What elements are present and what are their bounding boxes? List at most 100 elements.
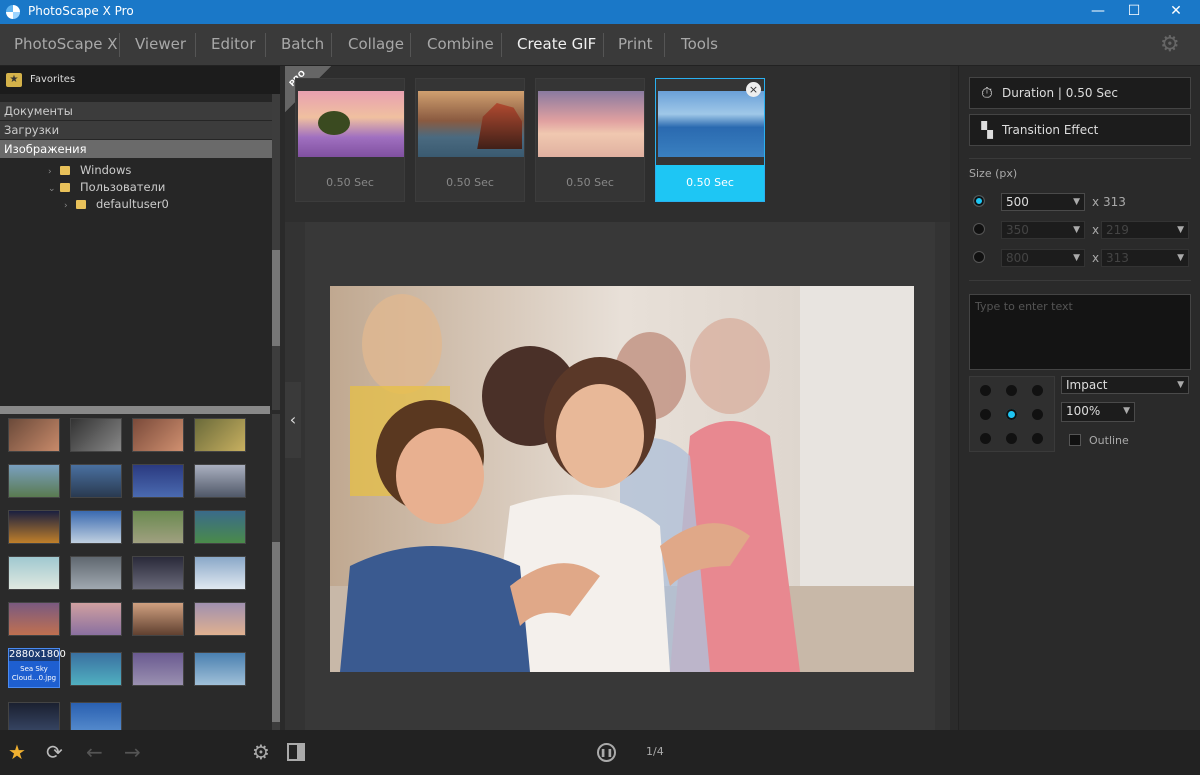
gif-frame-4[interactable]: × 0.50 Sec	[655, 78, 765, 202]
panel-layout-icon[interactable]	[287, 743, 305, 761]
tree-scrollbar[interactable]	[272, 94, 280, 410]
thumbnail[interactable]	[70, 702, 122, 730]
forward-arrow-icon[interactable]: →	[124, 741, 141, 763]
menu-print[interactable]: Print	[618, 35, 653, 53]
tree-item-users[interactable]: ⌄ Пользователи	[0, 178, 272, 196]
thumbnail[interactable]	[70, 602, 122, 636]
thumb-file-name: Sea Sky Cloud...0.jpg	[11, 665, 57, 682]
align-top-left[interactable]	[980, 385, 991, 396]
menu-viewer[interactable]: Viewer	[135, 35, 186, 53]
align-middle-right[interactable]	[1032, 409, 1043, 420]
thumbs-scrollbar[interactable]	[272, 414, 280, 730]
close-button[interactable]: ✕	[1156, 0, 1196, 24]
frame-duration[interactable]: 0.50 Sec	[536, 165, 644, 201]
menu-editor[interactable]: Editor	[211, 35, 255, 53]
thumbs-scroll-thumb[interactable]	[272, 542, 280, 722]
align-top-right[interactable]	[1032, 385, 1043, 396]
tree-item-documents[interactable]: Документы	[0, 102, 272, 120]
thumbnail[interactable]	[8, 702, 60, 730]
frame-duration[interactable]: 0.50 Sec	[416, 165, 524, 201]
tree-h-scroll-thumb[interactable]	[0, 406, 270, 414]
thumbnail[interactable]	[132, 510, 184, 544]
minimize-button[interactable]: —	[1078, 0, 1118, 24]
gif-frame-2[interactable]: 0.50 Sec	[415, 78, 525, 202]
thumbnail[interactable]	[194, 464, 246, 498]
align-bottom-left[interactable]	[980, 433, 991, 444]
menu-collage[interactable]: Collage	[348, 35, 404, 53]
menu-combine[interactable]: Combine	[427, 35, 494, 53]
tree-item-windows[interactable]: › Windows	[0, 161, 272, 179]
thumbnail[interactable]	[194, 556, 246, 590]
bottom-toolbar: ★ ⟳ ← → ⚙ ❚❚	[0, 730, 1200, 775]
chevron-right-icon[interactable]: ›	[64, 197, 76, 215]
font-select[interactable]: Impact ▼	[1061, 376, 1189, 394]
outline-checkbox[interactable]	[1069, 434, 1081, 446]
thumbnail[interactable]	[70, 464, 122, 498]
favorite-star-icon[interactable]: ★	[8, 741, 26, 763]
menu-batch[interactable]: Batch	[281, 35, 324, 53]
pause-icon[interactable]: ❚❚	[597, 743, 616, 762]
thumbnail[interactable]	[8, 510, 60, 544]
duration-button[interactable]: ⏱ Duration | 0.50 Sec	[969, 77, 1191, 109]
tree-item-images[interactable]: Изображения	[0, 140, 272, 158]
align-top-center[interactable]	[1006, 385, 1017, 396]
favorites-bar[interactable]: ★ Favorites	[0, 66, 280, 94]
frame-image	[658, 91, 764, 157]
size-radio-1[interactable]	[973, 195, 985, 207]
thumbnail[interactable]	[194, 510, 246, 544]
thumbnail[interactable]	[8, 556, 60, 590]
align-middle-center[interactable]	[1006, 409, 1017, 420]
thumbnail[interactable]	[70, 556, 122, 590]
menu-create-gif[interactable]: Create GIF	[517, 35, 596, 53]
thumbnail[interactable]	[132, 464, 184, 498]
transition-label: Transition Effect	[1002, 123, 1099, 137]
collapse-panel-button[interactable]: ‹	[285, 382, 301, 458]
back-arrow-icon[interactable]: ←	[86, 741, 103, 763]
gif-settings-panel: ⏱ Duration | 0.50 Sec ▚ Transition Effec…	[958, 66, 1200, 730]
align-bottom-center[interactable]	[1006, 433, 1017, 444]
width-select-1[interactable]: 500 ▼	[1001, 193, 1085, 211]
tree-scroll-thumb[interactable]	[272, 250, 280, 346]
thumbnail[interactable]	[8, 602, 60, 636]
thumbnail[interactable]	[194, 652, 246, 686]
align-bottom-right[interactable]	[1032, 433, 1043, 444]
height-select-2[interactable]: 219 ▼	[1101, 221, 1189, 239]
thumbnail[interactable]	[8, 418, 60, 452]
thumbnail[interactable]	[194, 418, 246, 452]
thumbnail[interactable]	[8, 464, 60, 498]
height-select-3[interactable]: 313 ▼	[1101, 249, 1189, 267]
thumbnail[interactable]	[132, 602, 184, 636]
settings-gear-icon[interactable]: ⚙	[1160, 34, 1182, 56]
align-middle-left[interactable]	[980, 409, 991, 420]
thumbnail[interactable]	[132, 418, 184, 452]
thumbnail[interactable]	[132, 652, 184, 686]
tree-item-label: Windows	[80, 163, 132, 177]
frame-duration[interactable]: 0.50 Sec	[656, 165, 764, 201]
thumbnail[interactable]	[70, 652, 122, 686]
tree-item-defaultuser[interactable]: › defaultuser0	[0, 195, 272, 213]
text-input[interactable]: Type to enter text	[969, 294, 1191, 370]
size-radio-2[interactable]	[973, 223, 985, 235]
thumbnail[interactable]	[132, 556, 184, 590]
refresh-icon[interactable]: ⟳	[46, 741, 63, 763]
size-radio-3[interactable]	[973, 251, 985, 263]
scale-select[interactable]: 100% ▼	[1061, 402, 1135, 422]
gif-frame-1[interactable]: 0.50 Sec	[295, 78, 405, 202]
thumbnail-selected[interactable]: 2880x1800 Sea Sky Cloud...0.jpg	[8, 648, 66, 688]
main-menu: PhotoScape X Viewer Editor Batch Collage…	[0, 24, 1200, 66]
thumbnail[interactable]	[194, 602, 246, 636]
maximize-button[interactable]: ☐	[1114, 0, 1154, 24]
menu-tools[interactable]: Tools	[681, 35, 718, 53]
transition-effect-button[interactable]: ▚ Transition Effect	[969, 114, 1191, 146]
frame-duration[interactable]: 0.50 Sec	[296, 165, 404, 201]
menu-photoscape-x[interactable]: PhotoScape X	[14, 35, 118, 53]
width-select-2[interactable]: 350 ▼	[1001, 221, 1085, 239]
tree-item-downloads[interactable]: Загрузки	[0, 121, 272, 139]
thumbnail[interactable]	[70, 510, 122, 544]
tree-h-scrollbar[interactable]	[0, 406, 270, 414]
settings-gear-icon[interactable]: ⚙	[252, 741, 270, 763]
thumbnail[interactable]	[70, 418, 122, 452]
width-select-3[interactable]: 800 ▼	[1001, 249, 1085, 267]
gif-frame-3[interactable]: 0.50 Sec	[535, 78, 645, 202]
close-frame-icon[interactable]: ×	[746, 82, 761, 97]
